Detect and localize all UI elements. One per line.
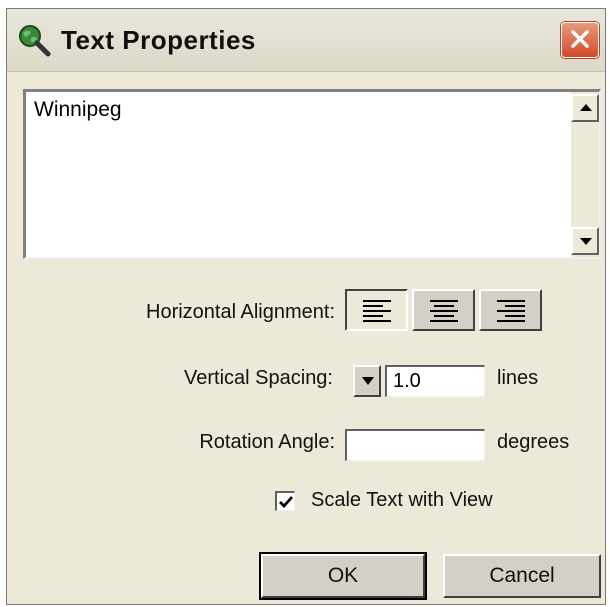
- arrow-down-icon: [362, 377, 374, 385]
- rotation-angle-unit: degrees: [497, 431, 570, 453]
- scroll-up-button[interactable]: [571, 94, 599, 122]
- text-content-area[interactable]: Winnipeg: [23, 89, 601, 259]
- checkmark-icon: [279, 496, 294, 509]
- vertical-spacing-label: Vertical Spacing:: [184, 367, 333, 389]
- vertical-spacing-unit: lines: [497, 367, 539, 389]
- scale-text-checkbox[interactable]: [275, 491, 295, 511]
- ok-button[interactable]: OK: [259, 552, 427, 600]
- vertical-spacing-dropdown-button[interactable]: [353, 365, 381, 397]
- horizontal-alignment-label: Horizontal Alignment:: [146, 301, 335, 323]
- scroll-down-button[interactable]: [571, 227, 599, 255]
- vertical-scrollbar[interactable]: [571, 92, 599, 257]
- arrow-down-icon: [580, 238, 592, 245]
- align-center-icon: [430, 300, 458, 322]
- align-left-icon: [363, 300, 391, 322]
- scale-text-label: Scale Text with View: [311, 489, 493, 511]
- text-properties-dialog: Text Properties Winnipeg Horizontal Alig…: [6, 8, 606, 605]
- text-content-value[interactable]: Winnipeg: [34, 98, 122, 122]
- cancel-button[interactable]: Cancel: [443, 554, 601, 598]
- align-right-icon: [497, 300, 525, 322]
- window-title: Text Properties: [61, 25, 256, 55]
- align-right-button[interactable]: [479, 289, 542, 331]
- globe-magnifier-icon: [17, 23, 51, 57]
- rotation-angle-label: Rotation Angle:: [199, 431, 335, 453]
- rotation-angle-input[interactable]: [345, 429, 485, 461]
- close-icon: [571, 30, 589, 48]
- arrow-up-icon: [580, 104, 592, 111]
- align-left-button[interactable]: [345, 289, 408, 331]
- title-bar[interactable]: Text Properties: [7, 9, 605, 72]
- align-center-button[interactable]: [412, 289, 475, 331]
- vertical-spacing-input[interactable]: [385, 365, 485, 397]
- close-button[interactable]: [561, 22, 599, 58]
